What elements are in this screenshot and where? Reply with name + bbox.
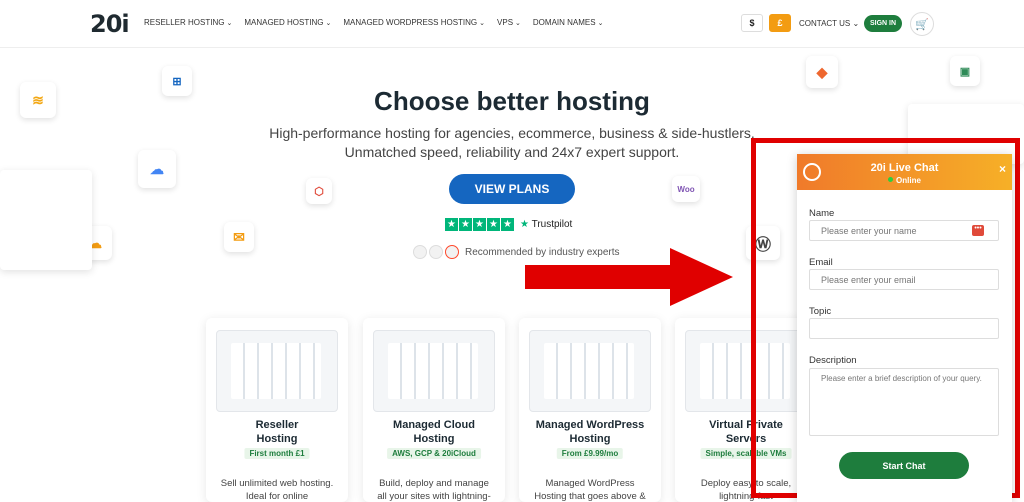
chat-header: 20i Live Chat Online × — [797, 154, 1012, 190]
logo[interactable]: 20i — [90, 10, 130, 38]
currency-usd-button[interactable]: $ — [741, 14, 763, 32]
menu-managed-wordpress-hosting[interactable]: MANAGED WORDPRESS HOSTING ⌄ — [343, 18, 485, 27]
chat-title: 20i Live Chat — [870, 162, 939, 174]
product-card-managed-wordpress[interactable]: Managed WordPress Hosting From £9.99/mo M… — [519, 318, 661, 502]
chat-status: Online — [797, 176, 1012, 185]
product-card-reseller[interactable]: Reseller Hosting First month £1 Sell unli… — [206, 318, 348, 502]
award-badges — [413, 245, 459, 259]
currency-gbp-button[interactable]: £ — [769, 14, 791, 32]
card-description: Managed WordPress Hosting that goes above… — [534, 478, 646, 502]
trustpilot-logo: ★ Trustpilot — [520, 219, 573, 230]
name-label: Name — [809, 208, 835, 219]
product-screenshot — [529, 330, 651, 412]
topic-field[interactable] — [809, 318, 999, 339]
chevron-down-icon: ⌄ — [597, 20, 604, 27]
view-plans-button[interactable]: VIEW PLANS — [449, 174, 575, 204]
certificate-icon: ▣ — [950, 56, 980, 86]
online-dot-icon — [888, 177, 894, 182]
star-icon: ★ — [473, 218, 486, 231]
email-field[interactable] — [809, 269, 999, 290]
product-card-managed-cloud[interactable]: Managed Cloud Hosting AWS, GCP & 20iCloud… — [363, 318, 505, 502]
start-chat-button[interactable]: Start Chat — [839, 452, 969, 479]
star-icon: ★ — [445, 218, 458, 231]
card-title: Reseller Hosting — [255, 419, 299, 445]
star-icon: ★ — [487, 218, 500, 231]
card-title: Managed Cloud Hosting — [393, 419, 475, 445]
chevron-down-icon: ⌄ — [515, 20, 521, 27]
menu-reseller-hosting[interactable]: RESELLER HOSTING ⌄ — [144, 18, 232, 27]
card-description: Build, deploy and manage all your sites w… — [377, 478, 491, 502]
award-badge-icon — [413, 245, 427, 259]
chevron-down-icon: ⌄ — [479, 20, 486, 27]
sign-in-button[interactable]: SIGN IN — [864, 15, 902, 32]
chevron-down-icon: ⌄ — [850, 19, 860, 28]
woocommerce-icon: Woo — [672, 176, 700, 202]
password-manager-icon[interactable]: ••• — [972, 225, 984, 236]
menu-managed-hosting[interactable]: MANAGED HOSTING ⌄ — [244, 18, 331, 27]
dashboard-preview-left — [0, 170, 92, 270]
contact-us-menu[interactable]: CONTACT US ⌄ — [799, 19, 859, 28]
star-icon: ★ — [459, 218, 472, 231]
email-icon: ✉ — [224, 222, 254, 252]
description-label: Description — [809, 355, 857, 366]
close-icon[interactable]: × — [999, 162, 1006, 176]
rating-stars: ★ ★ ★ ★ ★ — [445, 218, 514, 231]
laravel-icon: ⬡ — [306, 178, 332, 204]
menu-vps[interactable]: VPS ⌄ — [497, 18, 521, 27]
product-screenshot — [216, 330, 338, 412]
g2-badge-icon — [445, 245, 459, 259]
page-title: Choose better hosting — [374, 86, 650, 116]
email-label: Email — [809, 257, 833, 268]
card-tag: First month £1 — [244, 448, 310, 459]
card-title: Managed WordPress Hosting — [535, 419, 645, 445]
star-icon: ★ — [501, 218, 514, 231]
menu-domain-names[interactable]: DOMAIN NAMES ⌄ — [533, 18, 604, 27]
top-nav: 20i RESELLER HOSTING ⌄ MANAGED HOSTING ⌄ M… — [0, 0, 1024, 48]
product-screenshot — [373, 330, 495, 412]
magento-icon: ◆ — [806, 56, 838, 88]
currency-switch: $ £ — [741, 14, 791, 32]
chevron-down-icon: ⌄ — [325, 20, 332, 27]
award-badge-icon — [429, 245, 443, 259]
card-description: Sell unlimited web hosting. Ideal for onl… — [220, 478, 334, 502]
chevron-down-icon: ⌄ — [226, 20, 233, 27]
annotation-arrow-icon — [525, 248, 733, 306]
card-tag: AWS, GCP & 20iCloud — [387, 448, 481, 459]
basket-icon[interactable]: 🛒 — [910, 12, 934, 36]
description-field[interactable] — [809, 368, 999, 436]
main-menu: RESELLER HOSTING ⌄ MANAGED HOSTING ⌄ MANAG… — [144, 18, 603, 27]
live-chat-widget: 20i Live Chat Online × Name ••• Email To… — [797, 154, 1012, 502]
card-tag: From £9.99/mo — [556, 448, 624, 459]
name-field[interactable] — [809, 220, 999, 241]
trustpilot-rating[interactable]: ★ ★ ★ ★ ★ ★ Trustpilot — [445, 218, 572, 231]
topic-label: Topic — [809, 306, 832, 317]
